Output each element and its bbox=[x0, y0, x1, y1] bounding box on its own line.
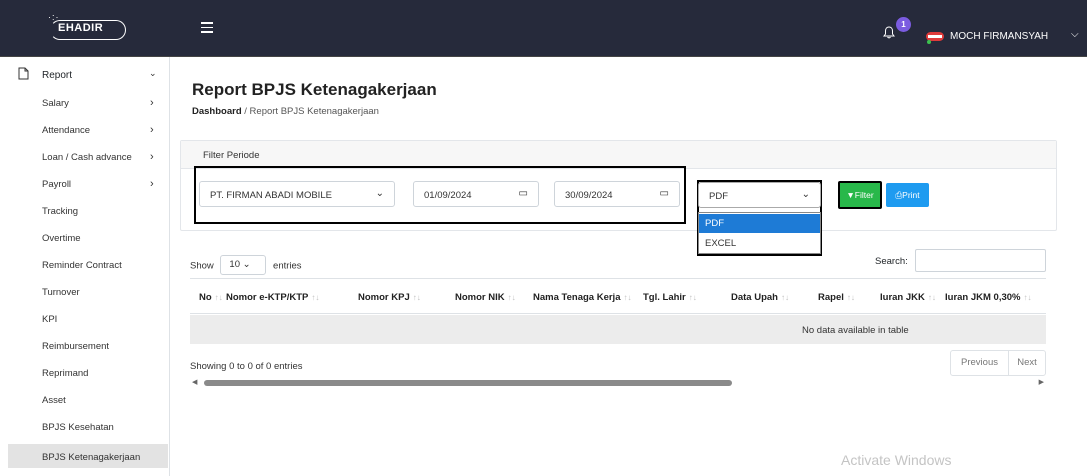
sidebar-item[interactable]: Payroll bbox=[42, 179, 71, 190]
sidebar-item[interactable]: BPJS Ketenagakerjaan bbox=[42, 452, 140, 463]
column-header[interactable]: Nomor NIK ↑↓ bbox=[455, 292, 516, 303]
sort-icon: ↑↓ bbox=[623, 293, 632, 302]
format-dropdown-menu: PDF EXCEL bbox=[698, 212, 821, 254]
filter-icon: ▼ bbox=[846, 190, 855, 200]
column-header[interactable]: Iuran JKK ↑↓ bbox=[880, 292, 936, 303]
sort-icon: ↑↓ bbox=[214, 293, 223, 302]
scroll-right-icon[interactable]: ▶ bbox=[1039, 378, 1044, 386]
previous-button[interactable]: Previous bbox=[951, 351, 1009, 375]
avatar[interactable] bbox=[925, 30, 945, 44]
sidebar-item[interactable]: Reimbursement bbox=[42, 341, 109, 352]
app-logo[interactable]: ·:· EHADIR bbox=[40, 12, 130, 44]
sort-icon: ↑↓ bbox=[1023, 293, 1032, 302]
pagination: Previous Next bbox=[950, 350, 1046, 376]
sidebar-item[interactable]: KPI bbox=[42, 314, 57, 325]
format-option-excel[interactable]: EXCEL bbox=[699, 234, 820, 253]
sidebar-item[interactable]: Asset bbox=[42, 395, 66, 406]
next-button[interactable]: Next bbox=[1009, 351, 1045, 375]
calendar-icon[interactable]: ▭ bbox=[660, 188, 669, 199]
chevron-right-icon: › bbox=[150, 178, 154, 190]
top-navbar: ·:· EHADIR 1 MOCH FIRMANSYAH ⌵ bbox=[0, 0, 1087, 57]
sidebar-item[interactable]: Tracking bbox=[42, 206, 78, 217]
column-header[interactable]: Nama Tenaga Kerja ↑↓ bbox=[533, 292, 631, 303]
date-to-input[interactable]: 30/09/2024 ▭ bbox=[554, 181, 680, 207]
company-value: PT. FIRMAN ABADI MOBILE bbox=[210, 190, 332, 201]
column-header[interactable]: Rapel ↑↓ bbox=[818, 292, 855, 303]
sidebar-item[interactable]: Loan / Cash advance bbox=[42, 152, 132, 163]
filter-heading: Filter Periode bbox=[203, 150, 260, 161]
sort-icon: ↑↓ bbox=[846, 293, 855, 302]
logo-text: EHADIR bbox=[58, 22, 104, 34]
activate-windows-watermark: Activate Windows bbox=[841, 452, 952, 468]
column-header[interactable]: No ↑↓ bbox=[199, 292, 223, 303]
notification-badge: 1 bbox=[896, 17, 911, 32]
column-header[interactable]: Data Upah ↑↓ bbox=[731, 292, 789, 303]
date-from-value: 01/09/2024 bbox=[424, 190, 472, 201]
chevron-down-icon: ⌄ bbox=[801, 189, 810, 200]
chevron-right-icon: › bbox=[150, 97, 154, 109]
breadcrumb: Dashboard / Report BPJS Ketenagakerjaan bbox=[192, 106, 379, 117]
column-header[interactable]: Tgl. Lahir ↑↓ bbox=[643, 292, 697, 303]
table-info: Showing 0 to 0 of 0 entries bbox=[190, 361, 303, 372]
breadcrumb-home[interactable]: Dashboard bbox=[192, 106, 242, 117]
calendar-icon[interactable]: ▭ bbox=[519, 188, 528, 199]
document-icon bbox=[18, 67, 29, 83]
sidebar-section-report[interactable]: Report ⌄ bbox=[18, 67, 168, 85]
date-from-input[interactable]: 01/09/2024 ▭ bbox=[413, 181, 539, 207]
entries-select[interactable]: 10 ⌄ bbox=[220, 255, 267, 275]
sort-icon: ↑↓ bbox=[311, 293, 320, 302]
format-option-pdf[interactable]: PDF bbox=[699, 214, 820, 233]
sort-icon: ↑↓ bbox=[780, 293, 789, 302]
chevron-down-icon: ⌄ bbox=[375, 188, 384, 199]
sidebar-section-label: Report bbox=[42, 70, 73, 81]
column-header[interactable]: Nomor KPJ ↑↓ bbox=[358, 292, 421, 303]
table-empty-row: No data available in table bbox=[190, 315, 1046, 344]
chevron-down-icon: ⌄ bbox=[149, 68, 157, 78]
empty-message: No data available in table bbox=[802, 325, 909, 336]
breadcrumb-separator: / bbox=[244, 106, 247, 117]
sidebar-item[interactable]: Turnover bbox=[42, 287, 80, 298]
scroll-left-icon[interactable]: ◀ bbox=[192, 378, 197, 386]
horizontal-scrollbar[interactable]: ◀ ▶ bbox=[190, 378, 1046, 388]
chevron-down-icon[interactable]: ⌵ bbox=[1071, 29, 1079, 40]
scrollbar-thumb[interactable] bbox=[204, 380, 732, 386]
sidebar-item[interactable]: Reminder Contract bbox=[42, 260, 122, 271]
table-header: No ↑↓ Nomor e-KTP/KTP ↑↓ Nomor KPJ ↑↓ Nomor NI… bbox=[190, 278, 1046, 314]
sort-icon: ↑↓ bbox=[507, 293, 516, 302]
date-to-value: 30/09/2024 bbox=[565, 190, 613, 201]
format-value: PDF bbox=[709, 191, 728, 202]
format-select[interactable]: PDF ⌄ bbox=[698, 182, 821, 208]
chevron-right-icon: › bbox=[150, 124, 154, 136]
print-button[interactable]: ⎙Print bbox=[886, 183, 929, 207]
sidebar-item[interactable]: Overtime bbox=[42, 233, 81, 244]
sidebar-item[interactable]: Salary bbox=[42, 98, 69, 109]
sidebar-item[interactable]: Attendance bbox=[42, 125, 90, 136]
search-input[interactable] bbox=[915, 249, 1046, 272]
sidebar-item[interactable]: BPJS Kesehatan bbox=[42, 422, 114, 433]
sidebar: Report ⌄ Salary › Attendance › Loan / Cash a… bbox=[0, 57, 170, 476]
page-title: Report BPJS Ketenagakerjaan bbox=[192, 80, 437, 99]
sidebar-item[interactable]: Reprimand bbox=[42, 368, 88, 379]
column-header[interactable]: Nomor e-KTP/KTP ↑↓ bbox=[226, 292, 319, 303]
company-select[interactable]: PT. FIRMAN ABADI MOBILE ⌄ bbox=[199, 181, 395, 207]
bell-icon[interactable] bbox=[883, 26, 895, 42]
chevron-right-icon: › bbox=[150, 151, 154, 163]
breadcrumb-current: Report BPJS Ketenagakerjaan bbox=[249, 106, 379, 117]
search-label: Search: bbox=[875, 256, 908, 267]
chevron-down-icon: ⌄ bbox=[242, 259, 251, 270]
menu-toggle-icon[interactable] bbox=[201, 22, 213, 36]
user-name[interactable]: MOCH FIRMANSYAH bbox=[950, 31, 1048, 42]
filter-card-header: Filter Periode bbox=[181, 141, 1056, 169]
sort-icon: ↑↓ bbox=[688, 293, 697, 302]
filter-button[interactable]: ▼Filter bbox=[838, 181, 882, 209]
column-header[interactable]: Iuran JKM 0,30% ↑↓ bbox=[945, 292, 1032, 303]
sort-icon: ↑↓ bbox=[927, 293, 936, 302]
sort-icon: ↑↓ bbox=[412, 293, 421, 302]
entries-length-control: Show 10 ⌄ entries bbox=[190, 255, 302, 276]
